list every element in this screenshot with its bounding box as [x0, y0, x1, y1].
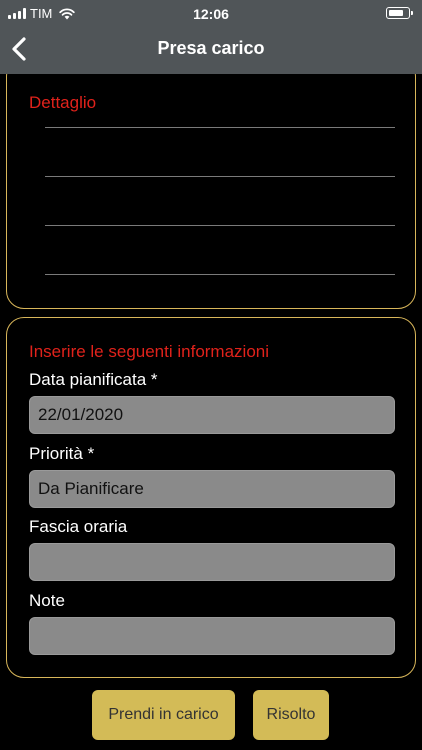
detail-card-title: Dettaglio	[29, 93, 97, 112]
page-title: Presa carico	[157, 38, 265, 58]
battery-icon	[386, 7, 413, 19]
notes-label: Note	[29, 591, 65, 610]
detail-line	[45, 176, 395, 177]
take-charge-button[interactable]: Prendi in carico	[92, 690, 235, 740]
form-card: Inserire le seguenti informazioni Data p…	[6, 317, 416, 678]
priority-field[interactable]	[29, 470, 395, 508]
solved-button[interactable]: Risolto	[253, 690, 329, 740]
time-slot-field[interactable]	[29, 543, 395, 581]
priority-label: Priorità *	[29, 444, 95, 463]
detail-line	[45, 127, 395, 128]
status-bar: TIM 12:06	[0, 0, 422, 28]
detail-card: Dettaglio	[6, 58, 416, 309]
clock: 12:06	[193, 6, 229, 22]
time-slot-label: Fascia oraria	[29, 517, 128, 536]
detail-line	[45, 274, 395, 275]
top-bar: TIM 12:06 Presa carico	[0, 0, 422, 74]
detail-line	[45, 225, 395, 226]
form-card-title: Inserire le seguenti informazioni	[29, 342, 270, 361]
planned-date-field[interactable]	[29, 396, 395, 434]
notes-field[interactable]	[29, 617, 395, 655]
planned-date-label: Data pianificata *	[29, 370, 158, 389]
